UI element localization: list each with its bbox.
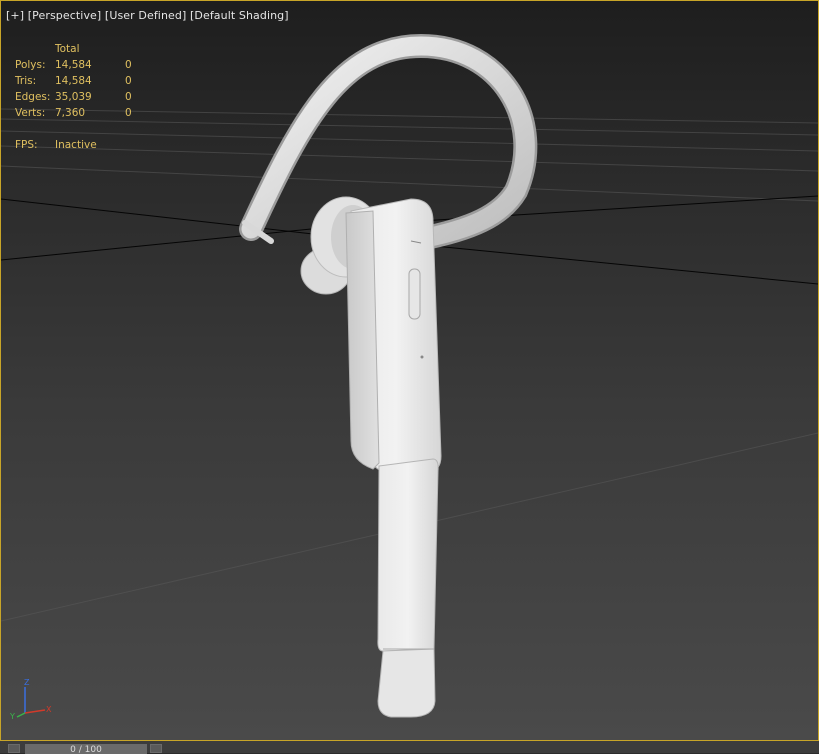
stats-label: Polys: bbox=[15, 59, 46, 71]
y-axis-label: Y bbox=[9, 712, 15, 721]
stats-row-verts: Verts: 7,360 0 bbox=[15, 105, 155, 121]
stats-total: 7,360 bbox=[55, 107, 86, 119]
stats-selected: 0 bbox=[125, 91, 132, 103]
viewport-plus-menu[interactable]: [+] bbox=[6, 9, 24, 22]
microphone-hole bbox=[420, 355, 424, 359]
stats-label: Verts: bbox=[15, 107, 46, 119]
headset-body[interactable] bbox=[345, 198, 442, 472]
x-axis-line bbox=[24, 709, 46, 714]
stats-row-polys: Polys: 14,584 0 bbox=[15, 57, 155, 73]
stats-total: 35,039 bbox=[55, 91, 92, 103]
next-frame-button[interactable] bbox=[150, 744, 162, 753]
stats-total: 14,584 bbox=[55, 75, 92, 87]
perspective-viewport[interactable]: [+] [Perspective] [User Defined] [Defaul… bbox=[0, 0, 819, 741]
stats-total: 14,584 bbox=[55, 59, 92, 71]
time-slider-bar[interactable]: 0 / 100 bbox=[0, 741, 819, 754]
stats-selected: 0 bbox=[125, 75, 132, 87]
viewport-mode-menu[interactable]: [User Defined] bbox=[105, 9, 186, 22]
stats-row-tris: Tris: 14,584 0 bbox=[15, 73, 155, 89]
fps-label: FPS: bbox=[15, 139, 38, 151]
fps-value: Inactive bbox=[55, 139, 97, 151]
stats-total-header: Total bbox=[55, 43, 80, 55]
z-axis-label: Z bbox=[24, 678, 30, 687]
stats-label: Edges: bbox=[15, 91, 51, 103]
previous-frame-button[interactable] bbox=[8, 744, 20, 753]
stats-row-edges: Edges: 35,039 0 bbox=[15, 89, 155, 105]
stats-row-fps: FPS: Inactive bbox=[15, 137, 155, 153]
viewport-view-menu[interactable]: [Perspective] bbox=[28, 9, 102, 22]
statistics-overlay: Total Polys: 14,584 0 Tris: 14,584 0 Edg… bbox=[15, 41, 155, 153]
viewport-label-menu[interactable]: [+] [Perspective] [User Defined] [Defaul… bbox=[6, 9, 289, 22]
headset-boom[interactable] bbox=[377, 458, 439, 718]
stats-selected: 0 bbox=[125, 107, 132, 119]
axis-gizmo: Z X Y bbox=[9, 678, 52, 721]
y-axis-line bbox=[16, 712, 26, 718]
stats-label: Tris: bbox=[15, 75, 37, 87]
volume-button[interactable] bbox=[408, 268, 421, 320]
viewport-shading-menu[interactable]: [Default Shading] bbox=[190, 9, 289, 22]
x-axis-label: X bbox=[46, 705, 52, 714]
stats-selected: 0 bbox=[125, 59, 132, 71]
